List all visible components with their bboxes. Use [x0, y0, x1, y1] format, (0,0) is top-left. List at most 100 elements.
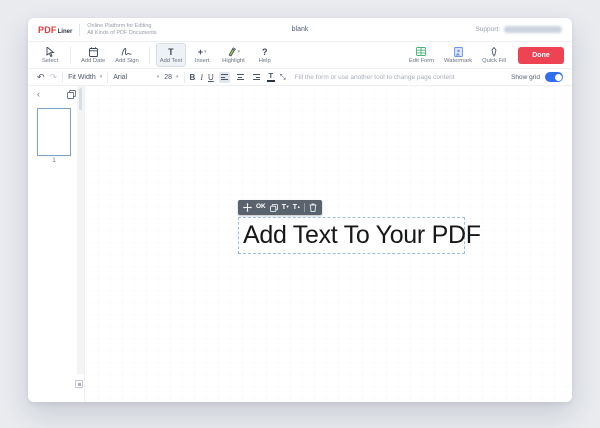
- scrollbar-thumb[interactable]: [79, 88, 82, 110]
- tool-label: Edit Form: [409, 58, 434, 64]
- app-logo[interactable]: PDF Liner: [38, 25, 72, 35]
- text-color-button[interactable]: T: [267, 72, 275, 82]
- app-tagline: Online Platform for Editing All Kinds of…: [87, 23, 156, 36]
- show-grid-label: Show grid: [511, 74, 540, 81]
- insert-button[interactable]: + ▾ Insert: [188, 43, 216, 67]
- tagline-line-1: Online Platform for Editing: [87, 23, 156, 30]
- duplicate-icon[interactable]: [270, 204, 278, 212]
- support-email-redacted[interactable]: [504, 26, 562, 33]
- font-size-increase-button[interactable]: T ▴: [293, 204, 300, 211]
- duplicate-page-icon[interactable]: [67, 90, 76, 99]
- highlighter-icon: ▾: [227, 47, 241, 57]
- page-thumbnail-1[interactable]: [37, 108, 71, 156]
- tool-label: Watermark: [444, 58, 472, 64]
- undo-button[interactable]: ↶: [37, 72, 45, 83]
- mini-toolbar-divider: [304, 203, 305, 212]
- main-toolbar: Select Add Date Add Sign T Add Text + ▾: [28, 42, 572, 69]
- show-grid-toggle[interactable]: [545, 72, 563, 82]
- chevron-down-icon: ▾: [204, 47, 207, 57]
- delete-trash-icon[interactable]: [309, 203, 317, 212]
- add-sign-button[interactable]: Add Sign: [111, 43, 143, 67]
- plus-icon: + ▾: [198, 47, 207, 57]
- header-divider: [79, 24, 80, 36]
- font-size-select[interactable]: 28 ▾: [164, 74, 178, 81]
- cursor-icon: [46, 47, 55, 57]
- app-window: PDF Liner Online Platform for Editing Al…: [28, 18, 572, 402]
- formatbar-divider: [184, 72, 185, 83]
- zoom-mode-value: Fit Width: [68, 74, 96, 81]
- done-button[interactable]: Done: [518, 47, 564, 64]
- header-right: Support:: [475, 26, 562, 33]
- tagline-line-2: All Kinds of PDF Documents: [87, 30, 156, 37]
- app-header: PDF Liner Online Platform for Editing Al…: [28, 18, 572, 42]
- tool-label: Add Text: [160, 58, 182, 64]
- signature-icon: [121, 47, 132, 57]
- tool-label: Help: [259, 58, 271, 64]
- quick-fill-button[interactable]: Quick Fill: [478, 43, 510, 67]
- select-tool-button[interactable]: Select: [36, 43, 64, 67]
- logo-pdf-text: PDF: [38, 25, 57, 35]
- pages-sidebar: ‹ 1: [28, 86, 85, 402]
- sidebar-header: ‹: [28, 86, 84, 102]
- italic-button[interactable]: I: [200, 73, 203, 82]
- text-color-glyph: T: [268, 72, 273, 79]
- question-icon: ?: [262, 47, 268, 57]
- add-text-button[interactable]: T Add Text: [156, 43, 186, 67]
- toolbar-divider: [149, 47, 150, 64]
- calendar-icon: [89, 47, 98, 57]
- format-bar: ↶ ↷ Fit Width ▾ Arial ▾ 28 ▾ B I U T ⤡ F…: [28, 69, 572, 86]
- add-date-button[interactable]: Add Date: [77, 43, 109, 67]
- tool-label: Quick Fill: [482, 58, 506, 64]
- formatbar-divider: [62, 72, 63, 83]
- chevron-down-icon: ▾: [176, 74, 179, 80]
- tool-label: Highlight: [222, 58, 245, 64]
- form-grid-icon: [416, 47, 426, 57]
- font-size-decrease-button[interactable]: T ▾: [282, 204, 289, 211]
- text-element[interactable]: Add Text To Your PDF: [238, 217, 465, 254]
- sidebar-grid-icon[interactable]: [75, 380, 83, 388]
- bold-button[interactable]: B: [190, 73, 196, 82]
- text-icon: T: [168, 47, 174, 57]
- support-label: Support:: [475, 26, 500, 33]
- align-right-button[interactable]: [251, 72, 262, 83]
- font-family-value: Arial: [113, 74, 127, 81]
- tool-label: Insert: [195, 58, 210, 64]
- text-color-swatch: [267, 80, 275, 82]
- arrow-down-icon: ▾: [287, 205, 289, 210]
- pdf-page-canvas[interactable]: OK T ▾ T ▴ Add Text To Your: [86, 86, 572, 402]
- tool-label: Add Sign: [115, 58, 139, 64]
- ok-button[interactable]: OK: [256, 204, 266, 211]
- arrow-up-icon: ▴: [298, 205, 300, 210]
- font-family-select[interactable]: Arial ▾: [113, 74, 159, 81]
- text-element-value: Add Text To Your PDF: [243, 221, 481, 250]
- chevron-down-icon: ▾: [157, 74, 160, 80]
- desktop-background: { "app": { "logo_primary": "PDF", "logo_…: [0, 0, 600, 428]
- edit-form-button[interactable]: Edit Form: [405, 43, 438, 67]
- align-center-button[interactable]: [235, 72, 246, 83]
- toolbar-hint-text: Fill the form or use another tool to cha…: [295, 74, 455, 81]
- font-size-value: 28: [164, 74, 172, 81]
- highlight-button[interactable]: ▾ Highlight: [218, 43, 249, 67]
- formatbar-divider: [107, 72, 108, 83]
- text-element-toolbar: OK T ▾ T ▴: [238, 200, 322, 215]
- editor-content: ‹ 1 OK T: [28, 86, 572, 402]
- move-icon[interactable]: [243, 203, 252, 212]
- pen-icon: [490, 47, 498, 57]
- zoom-mode-select[interactable]: Fit Width ▾: [68, 74, 102, 81]
- watermark-button[interactable]: Watermark: [440, 43, 476, 67]
- align-left-button[interactable]: [219, 72, 230, 83]
- collapse-sidebar-icon[interactable]: ‹: [37, 89, 40, 99]
- tool-label: Add Date: [81, 58, 105, 64]
- toggle-knob: [555, 74, 562, 81]
- underline-button[interactable]: U: [208, 73, 214, 82]
- sidebar-scrollbar[interactable]: [77, 86, 84, 374]
- page-number-label: 1: [37, 158, 71, 164]
- tool-label: Select: [42, 58, 58, 64]
- chevron-down-icon: ▾: [100, 74, 103, 80]
- watermark-icon: [454, 47, 463, 57]
- rotate-text-button[interactable]: ⤡: [280, 72, 286, 82]
- redo-button[interactable]: ↷: [50, 72, 58, 83]
- help-button[interactable]: ? Help: [251, 43, 279, 67]
- toolbar-divider: [70, 47, 71, 64]
- logo-liner-text: Liner: [58, 29, 73, 35]
